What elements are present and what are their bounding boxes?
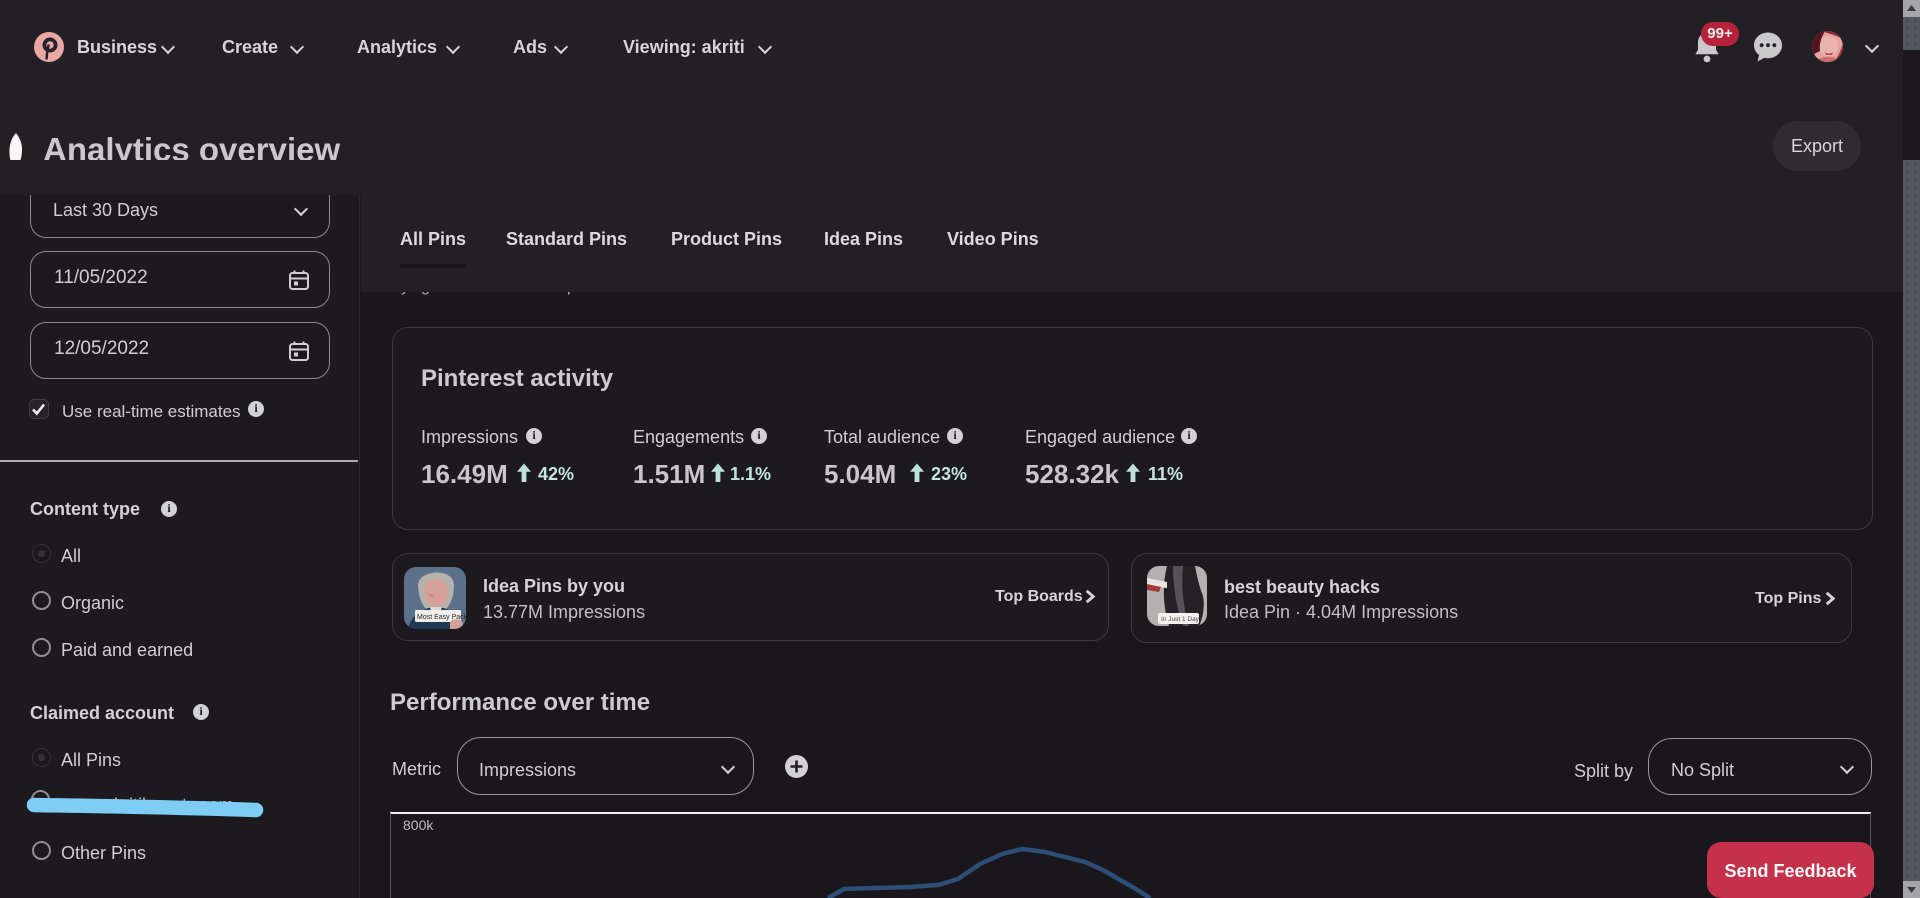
svg-text:In Just 1 Day: In Just 1 Day xyxy=(1161,616,1200,623)
